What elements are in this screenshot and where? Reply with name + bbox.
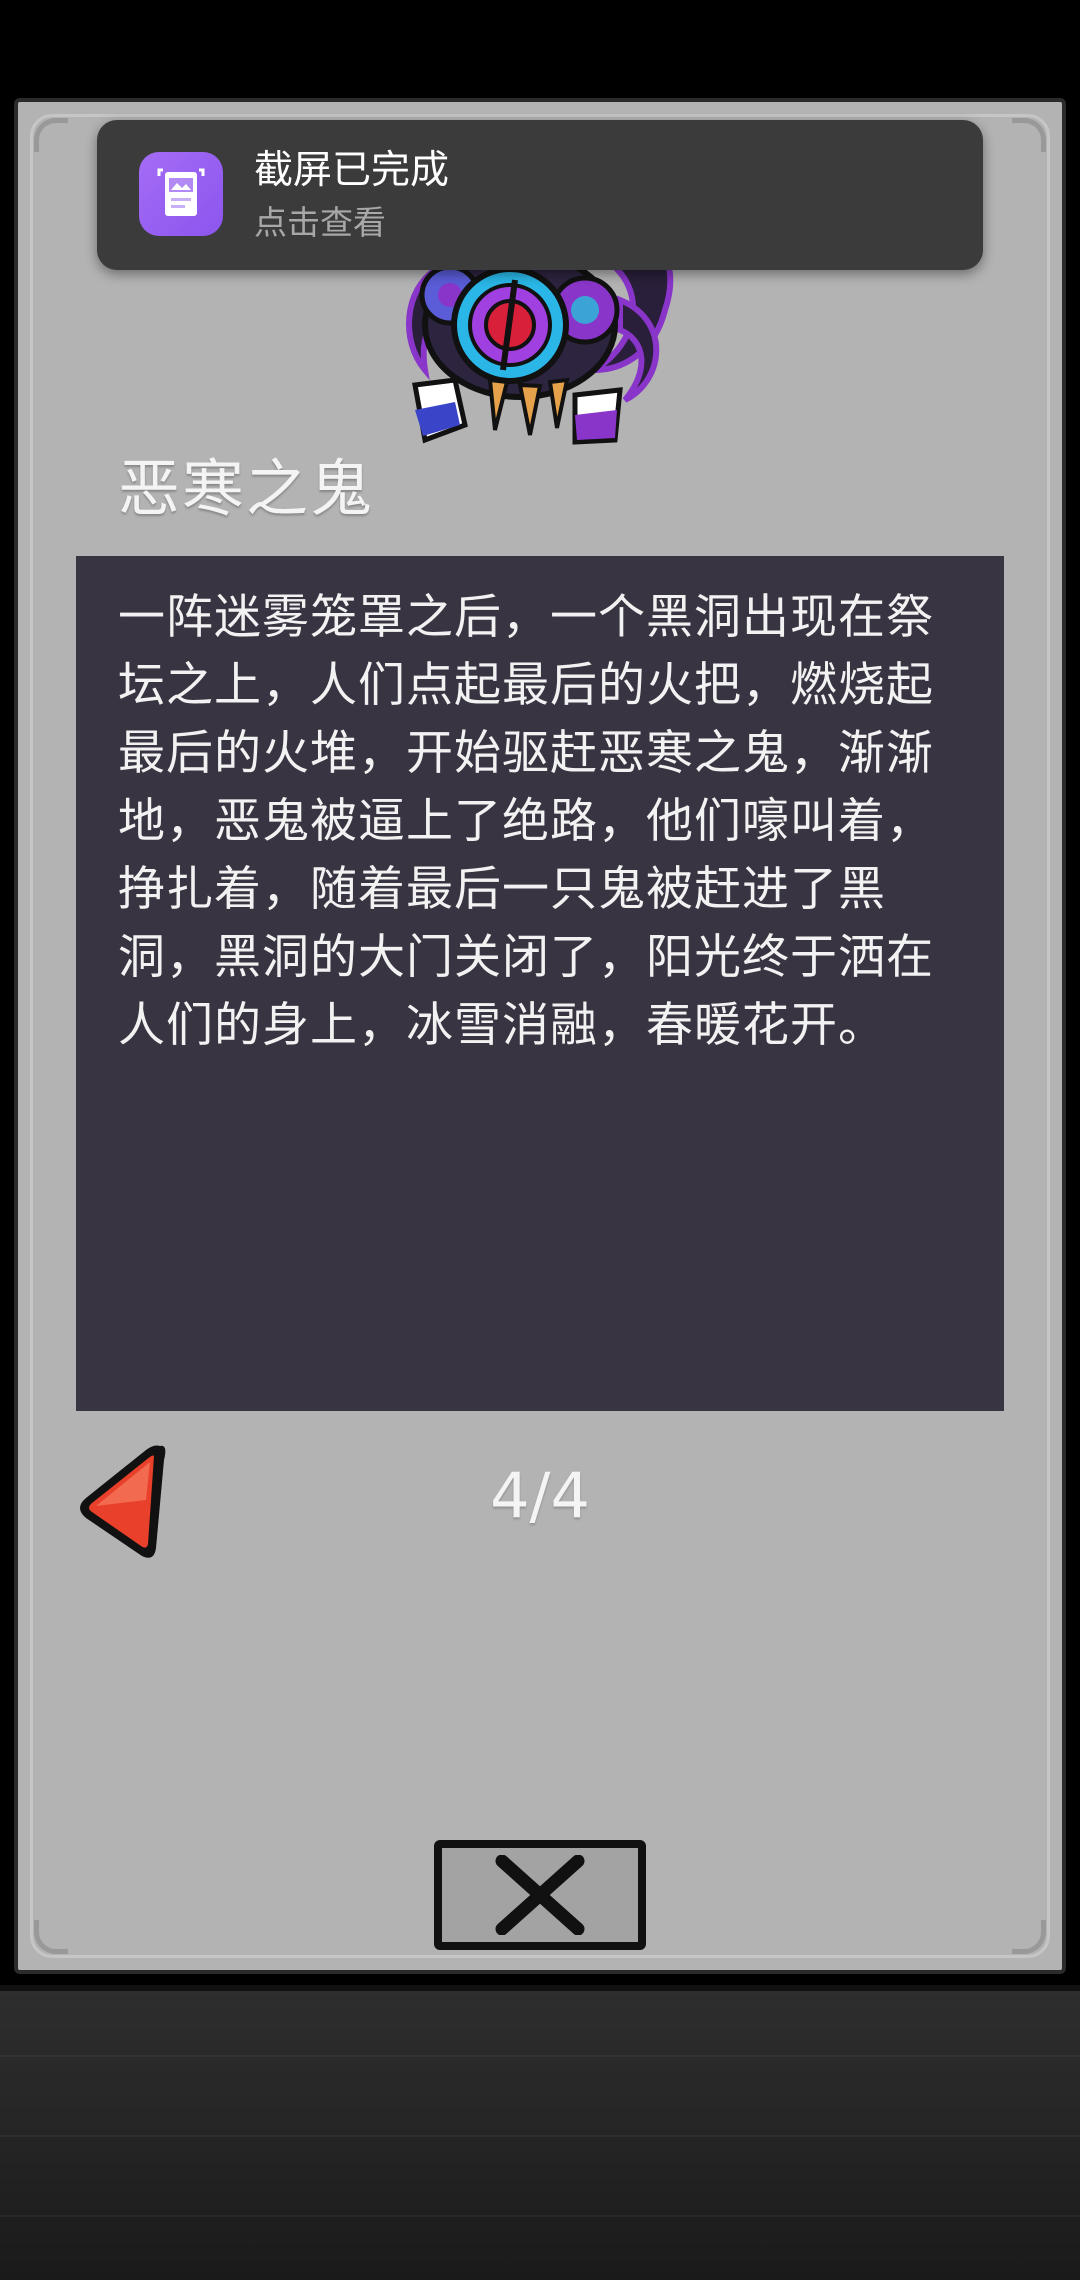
red-left-arrow-icon[interactable]	[72, 1440, 166, 1564]
close-x-icon	[495, 1855, 585, 1935]
panel-corner	[1012, 118, 1046, 152]
screenshot-notification[interactable]: 截屏已完成 点击查看	[97, 120, 983, 270]
panel-corner	[1012, 1920, 1046, 1954]
page-indicator: 4/4	[490, 1459, 590, 1532]
floor-background	[0, 1985, 1080, 2280]
panel-corner	[34, 118, 68, 152]
monster-name: 恶寒之鬼	[118, 452, 375, 525]
panel-corner	[34, 1920, 68, 1954]
notification-subtitle: 点击查看	[254, 203, 386, 242]
story-text: 一阵迷雾笼罩之后，一个黑洞出现在祭坛之上，人们点起最后的火把，燃烧起最后的火堆，…	[118, 590, 934, 1053]
story-text-box: 一阵迷雾笼罩之后，一个黑洞出现在祭坛之上，人们点起最后的火把，燃烧起最后的火堆，…	[76, 556, 1004, 1411]
screenshot-gallery-icon	[139, 152, 223, 236]
game-screen: 恶寒之鬼 一阵迷雾笼罩之后，一个黑洞出现在祭坛之上，人们点起最后的火把，燃烧起最…	[0, 0, 1080, 2280]
close-button[interactable]	[434, 1840, 646, 1950]
notification-title: 截屏已完成	[254, 148, 450, 193]
